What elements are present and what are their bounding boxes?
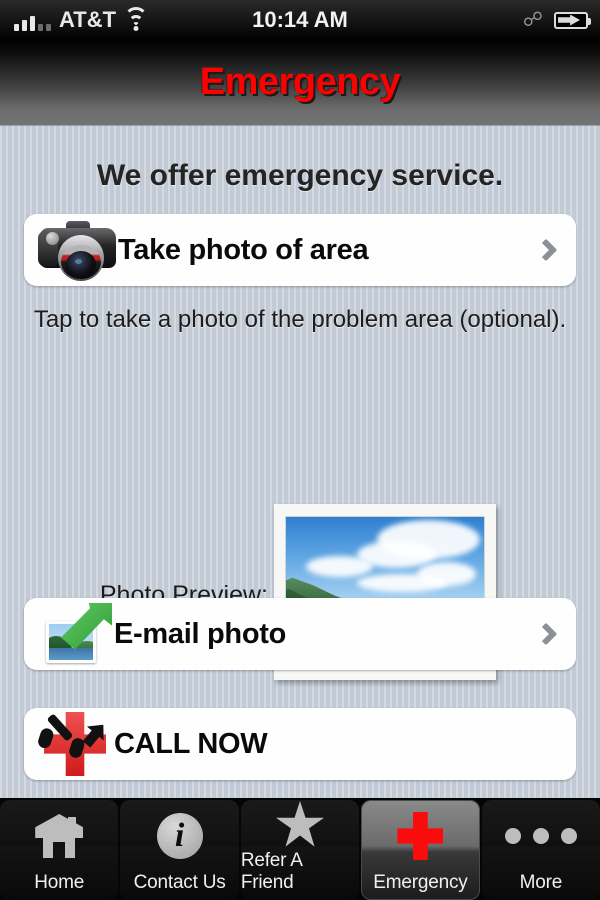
home-icon [35,814,84,858]
red-cross-icon [397,812,444,860]
helper-text: Tap to take a photo of the problem area … [33,306,567,333]
content-area: We offer emergency service. Take photo o… [0,125,600,798]
email-photo-button[interactable]: E-mail photo [24,598,576,670]
tab-emergency-label: Emergency [373,872,468,893]
call-now-button[interactable]: CALL NOW [24,708,576,780]
emergency-call-icon [36,710,114,778]
tab-more-label: More [519,872,563,893]
bluetooth-icon: ☍ [522,9,543,31]
tab-contact-us-label: Contact Us [133,872,226,893]
tab-bar: Home i Contact Us Refer A Friend Emergen… [0,798,600,900]
chevron-right-icon [534,622,558,646]
status-bar-right: ☍ [522,9,591,31]
share-photo-icon [42,603,114,665]
take-photo-label: Take photo of area [118,233,369,266]
chevron-right-icon [534,238,558,262]
star-icon [276,801,325,847]
email-photo-label: E-mail photo [114,617,287,650]
tab-emergency[interactable]: Emergency [361,800,480,900]
app-screen: AT&T 10:14 AM ☍ Emergency We offer emerg… [0,0,600,900]
tab-contact-us[interactable]: i Contact Us [120,800,239,900]
info-icon: i [156,813,203,859]
call-now-label: CALL NOW [114,727,268,760]
tab-refer-a-friend[interactable]: Refer A Friend [240,800,360,900]
status-bar: AT&T 10:14 AM ☍ [0,0,600,40]
tab-home-label: Home [34,872,85,893]
page-title: Emergency [199,61,401,103]
tab-home[interactable]: Home [0,800,119,900]
tab-refer-a-friend-label: Refer A Friend [240,850,302,893]
ellipsis-icon [504,828,577,844]
tab-more[interactable]: More [481,800,600,900]
take-photo-button[interactable]: Take photo of area [24,214,576,286]
page-header: Emergency [0,40,600,125]
camera-icon [38,219,118,281]
clock-label: 10:14 AM [252,7,348,32]
battery-charging-icon [554,11,591,29]
subheading: We offer emergency service. [96,159,504,192]
